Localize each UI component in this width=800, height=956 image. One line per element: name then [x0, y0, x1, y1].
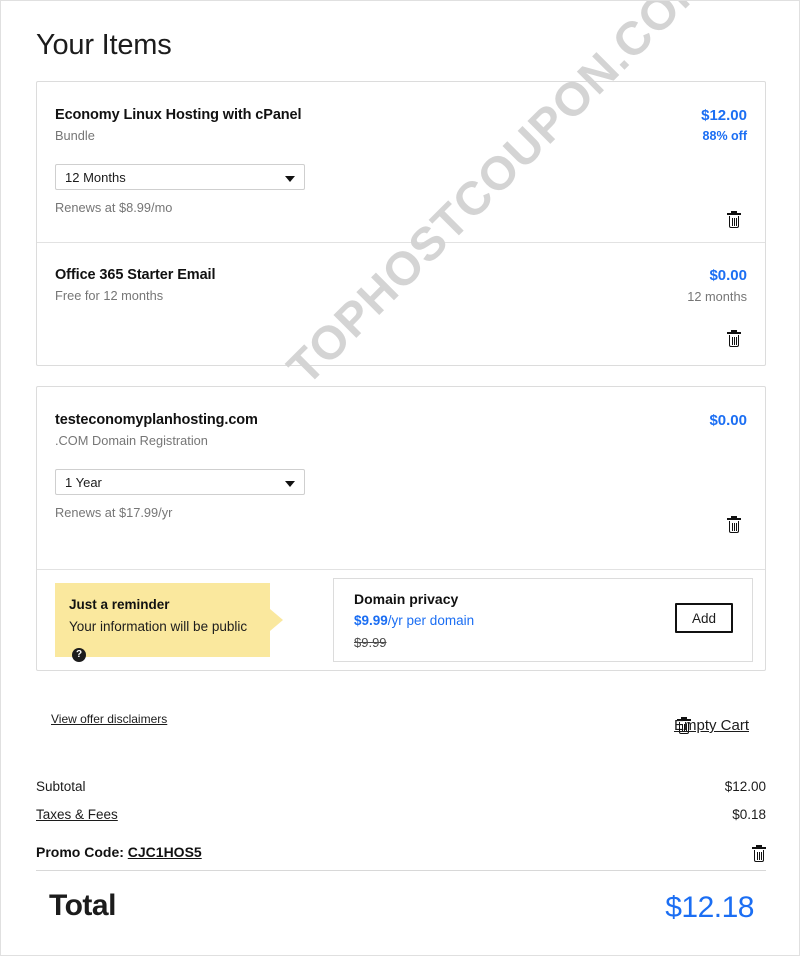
reminder-body-text: Your information will be public	[69, 619, 248, 634]
shopping-cart-page: Your Items Economy Linux Hosting with cP…	[0, 0, 800, 956]
page-title: Your Items	[36, 29, 172, 61]
item-renewal-note: Renews at $17.99/yr	[55, 505, 173, 520]
grand-total-label: Total	[49, 889, 116, 922]
totals-divider	[36, 870, 766, 871]
subtotal-label: Subtotal	[36, 779, 86, 794]
delete-item-button[interactable]	[727, 516, 741, 534]
item-price: $12.00	[701, 107, 747, 124]
view-offer-disclaimers-link[interactable]: View offer disclaimers	[51, 712, 167, 726]
item-discount-badge: 88% off	[702, 129, 747, 143]
cart-card-domain: testeconomyplanhosting.com .COM Domain R…	[36, 386, 766, 671]
delete-item-button[interactable]	[727, 330, 741, 348]
grand-total-value: $12.18	[665, 891, 754, 924]
term-select-hosting[interactable]: 12 Months	[55, 164, 305, 190]
reminder-body: Your information will be public?	[69, 615, 256, 663]
chevron-down-icon	[285, 176, 295, 182]
item-name: Office 365 Starter Email	[55, 267, 216, 283]
item-name: testeconomyplanhosting.com	[55, 412, 258, 428]
taxes-fees-value: $0.18	[732, 807, 766, 822]
domain-privacy-section: Just a reminder Your information will be…	[37, 569, 765, 671]
term-select-domain[interactable]: 1 Year	[55, 469, 305, 495]
item-name: Economy Linux Hosting with cPanel	[55, 107, 302, 123]
add-domain-privacy-button[interactable]: Add	[675, 603, 733, 633]
card-divider	[37, 242, 765, 243]
callout-arrow	[270, 609, 283, 631]
promo-code-prefix: Promo Code:	[36, 844, 124, 860]
privacy-offer-price: $9.99/yr per domain	[354, 613, 474, 628]
privacy-price-unit: /yr per domain	[387, 613, 475, 628]
privacy-reminder-callout: Just a reminder Your information will be…	[55, 583, 270, 662]
delete-item-button[interactable]	[727, 211, 741, 229]
item-renewal-note: Renews at $8.99/mo	[55, 200, 173, 215]
item-price: $0.00	[709, 412, 747, 429]
chevron-down-icon	[285, 481, 295, 487]
cart-card-hosting: Economy Linux Hosting with cPanel Bundle…	[36, 81, 766, 366]
question-mark-icon[interactable]: ?	[72, 648, 86, 662]
term-select-value: 1 Year	[65, 475, 102, 490]
item-price: $0.00	[709, 267, 747, 284]
term-select-value: 12 Months	[65, 170, 126, 185]
privacy-price-amount: $9.99	[354, 613, 388, 628]
taxes-fees-label[interactable]: Taxes & Fees	[36, 807, 118, 822]
empty-cart-button[interactable]: Empty Cart	[674, 717, 749, 734]
promo-code-label: Promo Code: CJC1HOS5	[36, 844, 202, 860]
subtotal-value: $12.00	[724, 779, 766, 794]
domain-privacy-offer-box: Domain privacy $9.99/yr per domain $9.99…	[333, 578, 753, 662]
reminder-title: Just a reminder	[69, 597, 170, 612]
item-term-note: 12 months	[687, 289, 747, 304]
item-subtitle: Free for 12 months	[55, 288, 164, 303]
remove-promo-code-button[interactable]	[752, 845, 766, 863]
privacy-offer-title: Domain privacy	[354, 591, 459, 607]
item-subtitle: Bundle	[55, 128, 95, 143]
privacy-strike-price: $9.99	[354, 635, 387, 650]
promo-code-value[interactable]: CJC1HOS5	[128, 844, 202, 860]
item-subtitle: .COM Domain Registration	[55, 433, 208, 448]
